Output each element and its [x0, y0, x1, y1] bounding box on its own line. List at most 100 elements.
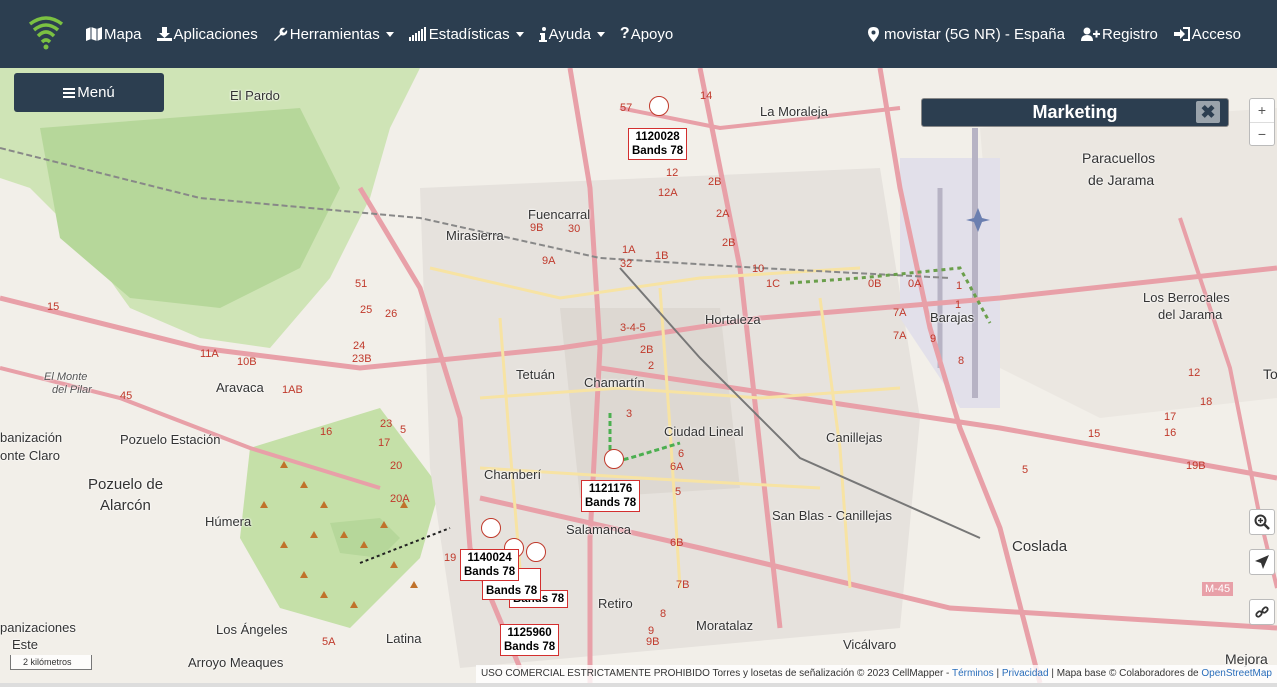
attribution-text: USO COMERCIAL ESTRICTAMENTE PROHIBIDO To… [480, 668, 952, 679]
location-arrow-icon [1255, 555, 1269, 569]
place-label: Coslada [1012, 538, 1068, 555]
road-number: 30 [568, 223, 581, 235]
road-number: 1 [956, 280, 963, 292]
road-number: 0B [868, 278, 882, 290]
info-icon [538, 26, 547, 42]
place-label: Latina [386, 631, 422, 646]
place-label: Chamartín [584, 375, 645, 390]
road-number: 9 [930, 333, 937, 345]
nav-estadisticas[interactable]: Estadísticas [408, 26, 524, 43]
place-label: Los Berrocales [1143, 290, 1230, 305]
nav-herramientas-label: Herramientas [289, 25, 380, 43]
chevron-down-icon [515, 31, 524, 37]
place-label: Moratalaz [696, 618, 754, 633]
nav-ayuda[interactable]: Ayuda [538, 26, 605, 43]
share-link-button[interactable] [1249, 599, 1275, 625]
road-number: 11A [200, 348, 219, 360]
tower-label[interactable]: 1121176 Bands 78 [581, 480, 641, 512]
road-number: 8 [958, 355, 965, 367]
signal-icon [408, 27, 426, 41]
road-number: 10 [752, 263, 765, 275]
cell-tower-marker[interactable] [481, 518, 501, 538]
privacy-link[interactable]: Privacidad [1002, 668, 1049, 679]
road-number: 2B [722, 237, 736, 249]
road-number: 45 [120, 390, 133, 402]
road-number: 18 [1200, 396, 1213, 408]
road-number: 7B [676, 579, 690, 591]
nav-apoyo[interactable]: ? Apoyo [620, 25, 673, 43]
road-number: 25 [360, 304, 373, 316]
road-number: 12A [658, 187, 678, 199]
place-label: El Pardo [230, 88, 280, 103]
road-number: 6B [670, 537, 684, 549]
wrench-icon [273, 27, 287, 41]
road-number: 1B [655, 250, 669, 262]
road-number: 19B [1186, 460, 1206, 472]
place-label: San Blas - Canillejas [772, 508, 892, 523]
nav-acceso[interactable]: Acceso [1173, 25, 1241, 43]
place-label: Pozuelo Estación [120, 432, 221, 447]
place-label: de Jarama [1088, 172, 1155, 188]
marketing-panel: Marketing ✖ [921, 98, 1229, 127]
place-label: Alarcón [100, 497, 151, 514]
tower-id: 1121176 [588, 483, 633, 495]
road-number: 15 [1088, 428, 1101, 440]
nav-registro[interactable]: Registro [1080, 26, 1158, 43]
road-number: 9B [530, 222, 544, 234]
top-navbar: Mapa Aplicaciones Herramientas Estadísti… [0, 0, 1277, 68]
road-number: 6 [678, 448, 685, 460]
zoom-in-button[interactable]: + [1250, 99, 1274, 123]
menu-button[interactable]: Menú [14, 73, 164, 112]
cell-tower-marker[interactable] [604, 449, 624, 469]
road-number: 9A [542, 255, 556, 267]
search-plus-icon [1254, 514, 1270, 530]
tower-bands: Bands 78 [585, 497, 637, 509]
place-label: Los Ángeles [216, 622, 288, 637]
map-canvas[interactable]: El Pardo La Moraleja Paracuellos de Jara… [0, 68, 1277, 683]
road-number: 1 [955, 299, 962, 311]
nav-acceso-label: Acceso [1191, 25, 1241, 43]
road-number: 1C [766, 278, 781, 290]
tower-label[interactable]: 1140024 Bands 78 [460, 549, 520, 581]
tower-label[interactable]: 1125960 Bands 78 [500, 624, 560, 656]
attribution-separator: | [993, 668, 1002, 679]
road-number: 10B [237, 356, 257, 368]
place-label: Vicálvaro [843, 637, 897, 652]
nav-aplicaciones[interactable]: Aplicaciones [156, 26, 258, 43]
chevron-down-icon [385, 31, 394, 37]
nav-mapa[interactable]: Mapa [86, 26, 142, 43]
terms-link[interactable]: Términos [952, 668, 994, 679]
road-number: 2B [708, 176, 722, 188]
road-number: 20 [390, 460, 403, 472]
place-label: del Jarama [1158, 307, 1223, 322]
cell-tower-marker[interactable] [526, 542, 546, 562]
tower-bands: Bands 78 [632, 145, 684, 157]
zoom-out-button[interactable]: − [1250, 123, 1274, 146]
place-label: Tetuán [516, 367, 556, 382]
nav-herramientas[interactable]: Herramientas [273, 26, 394, 43]
location-pin-icon [868, 26, 880, 42]
place-label: Hortaleza [705, 312, 761, 327]
close-icon[interactable]: ✖ [1196, 101, 1220, 123]
road-number: 26 [385, 308, 398, 320]
cell-tower-marker[interactable] [649, 96, 669, 116]
road-number: 5 [400, 424, 407, 436]
road-number: 12 [666, 167, 679, 179]
road-number: 32 [620, 258, 633, 270]
road-number: 57 [620, 102, 633, 114]
road-number: 5 [675, 486, 682, 498]
map-scale: 2 kilómetros [10, 655, 92, 670]
place-label: Canillejas [826, 430, 883, 445]
cellmapper-logo-icon[interactable] [28, 14, 64, 50]
nav-network[interactable]: movistar (5G NR) - España [868, 26, 1065, 43]
search-map-button[interactable] [1249, 509, 1275, 535]
locate-button[interactable] [1249, 549, 1275, 575]
place-label: Paracuellos [1082, 150, 1156, 166]
download-icon [156, 27, 172, 41]
osm-link[interactable]: OpenStreetMap [1201, 668, 1272, 679]
tower-label[interactable]: 1120028 Bands 78 [628, 128, 688, 160]
chevron-down-icon [596, 31, 605, 37]
road-number: 2B [640, 344, 654, 356]
road-number: 5A [322, 636, 336, 648]
road-number: 3 [626, 408, 633, 420]
